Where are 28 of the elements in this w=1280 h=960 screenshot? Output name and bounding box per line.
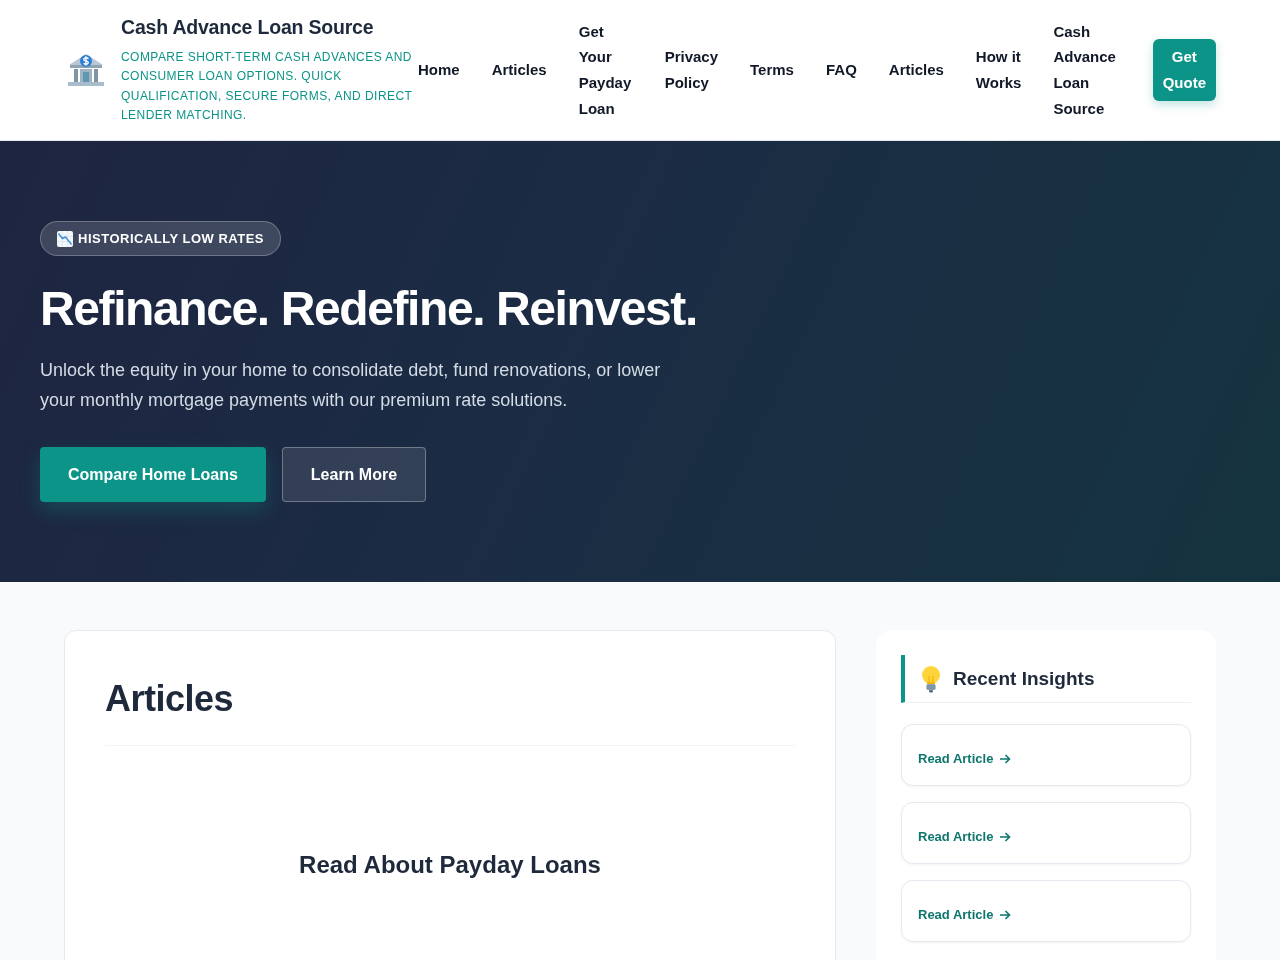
- tag-label: HISTORICALLY LOW RATES: [78, 230, 265, 247]
- learn-more-button[interactable]: Learn More: [281, 447, 427, 502]
- site-title: Cash Advance Loan Source: [121, 14, 375, 39]
- nav-link[interactable]: Privacy Policy: [664, 44, 719, 96]
- nav-link[interactable]: Home: [418, 57, 460, 83]
- sidebar-heading: Recent Insights: [953, 667, 1095, 690]
- hero-heading: Refinance. Redefine. Reinvest.: [40, 281, 698, 337]
- nav-link[interactable]: Get Your Payday Loan: [578, 18, 633, 122]
- articles-heading: Articles: [105, 677, 235, 721]
- get-quote-button[interactable]: Get Quote: [1152, 39, 1216, 101]
- lightbulb-icon: [919, 664, 943, 693]
- compare-button[interactable]: Compare Home Loans: [40, 447, 266, 502]
- read-article-link[interactable]: Read Article: [918, 750, 1012, 768]
- hero-description: Unlock the equity in your home to consolidate debt, fund renovations, or lower your monthly mortgage payments with our premium rate solutions.: [40, 359, 662, 412]
- read-article-link[interactable]: Read Article: [918, 906, 1012, 924]
- nav-link[interactable]: How it Works: [975, 44, 1022, 96]
- arrow-right-icon: [999, 909, 1012, 921]
- nav-link[interactable]: Articles: [491, 57, 547, 83]
- read-article-link[interactable]: Read Article: [918, 828, 1012, 846]
- nav-link[interactable]: Articles: [888, 57, 944, 83]
- site-tagline: COMPARE SHORT-TERM CASH ADVANCES AND CONSUMER LOAN OPTIONS. QUICK QUALIFICATION, SECURE FORMS, AND DIRECT LENDER MATCHING.: [121, 48, 414, 124]
- chart-down-icon: [57, 230, 73, 247]
- nav-link[interactable]: Terms: [750, 57, 794, 83]
- nav-link[interactable]: FAQ: [825, 57, 857, 83]
- arrow-right-icon: [999, 831, 1012, 843]
- nav-link[interactable]: Cash Advance Loan Source: [1053, 18, 1121, 122]
- arrow-right-icon: [999, 753, 1012, 765]
- article-title[interactable]: Read About Payday Loans: [299, 850, 601, 879]
